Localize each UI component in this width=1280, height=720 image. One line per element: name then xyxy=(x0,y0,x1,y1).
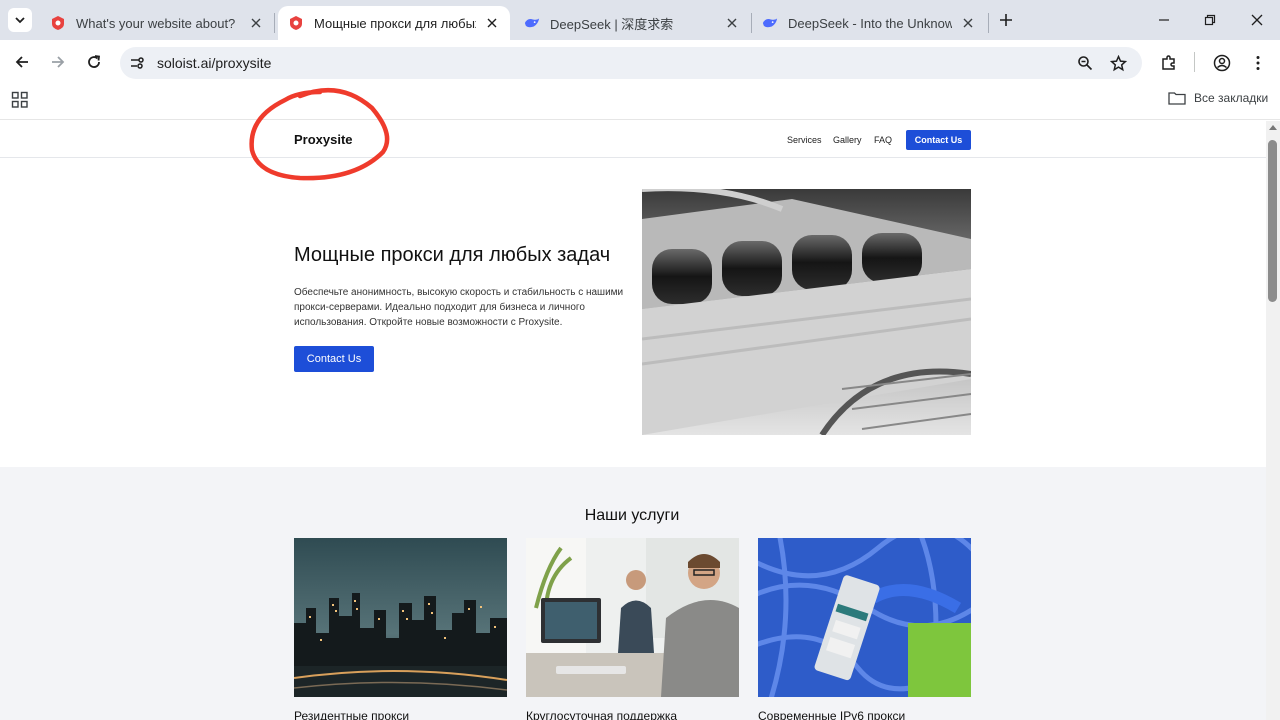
arrow-right-icon xyxy=(52,56,65,68)
bookmark-star-icon[interactable] xyxy=(1108,53,1128,73)
service-image-city xyxy=(294,538,507,697)
deepseek-whale-icon xyxy=(524,15,540,31)
folder-icon xyxy=(1168,92,1186,105)
nav-link-services[interactable]: Services xyxy=(787,135,822,145)
soloist-favicon-icon xyxy=(50,15,66,31)
close-icon xyxy=(1251,14,1263,26)
minimize-button[interactable] xyxy=(1154,10,1174,30)
all-bookmarks-label: Все закладки xyxy=(1194,91,1269,105)
hero-server-image xyxy=(642,189,971,435)
apps-grid-icon[interactable] xyxy=(11,91,29,109)
tab-strip: What's your website about? Мощные прокси… xyxy=(0,0,1280,40)
forward-button[interactable] xyxy=(47,51,69,73)
reload-icon xyxy=(88,55,101,68)
services-title: Наши услуги xyxy=(584,507,680,524)
restore-icon xyxy=(1204,14,1216,26)
close-tab-icon[interactable] xyxy=(960,15,976,31)
browser-menu-button[interactable] xyxy=(1248,53,1268,73)
soloist-favicon-icon xyxy=(288,15,304,31)
all-bookmarks-button[interactable]: Все закладки xyxy=(1168,91,1268,105)
header-contact-button[interactable]: Contact Us xyxy=(906,130,971,150)
hero-description: Обеспечьте анонимность, высокую скорость… xyxy=(294,287,624,328)
close-window-button[interactable] xyxy=(1247,10,1267,30)
extensions-button[interactable] xyxy=(1159,53,1179,73)
nav-link-faq[interactable]: FAQ xyxy=(874,135,892,145)
site-logo[interactable]: Proxysite xyxy=(294,132,353,147)
account-icon xyxy=(1213,54,1231,72)
tab-title: Мощные прокси для любых задач xyxy=(314,15,476,31)
tab-divider xyxy=(988,13,989,33)
toolbar-divider xyxy=(1194,52,1195,72)
tab-search-button[interactable] xyxy=(8,8,32,32)
url-text[interactable]: soloist.ai/proxysite xyxy=(157,55,271,71)
scroll-up-arrow-icon[interactable] xyxy=(1269,125,1277,130)
chevron-down-icon xyxy=(15,17,25,24)
hero-contact-button[interactable]: Contact Us xyxy=(294,346,374,372)
tab-divider xyxy=(274,13,275,33)
service-image-ethernet-cable xyxy=(758,538,971,697)
address-bar[interactable] xyxy=(120,47,1142,79)
scrollbar-thumb[interactable] xyxy=(1268,140,1277,302)
tab-deepseek-unknown[interactable]: DeepSeek - Into the Unknown xyxy=(752,6,986,40)
services-section: Наши услуги Резидентные прокси Круглосут… xyxy=(0,467,1266,720)
tab-title: DeepSeek - Into the Unknown xyxy=(788,15,952,31)
service-image-support-team xyxy=(526,538,739,697)
service-title-ipv6: Современные IPv6 прокси xyxy=(758,709,906,720)
service-title-residential: Резидентные прокси xyxy=(294,709,410,720)
bookmarks-bar xyxy=(0,84,1280,120)
back-button[interactable] xyxy=(11,51,33,73)
plus-icon xyxy=(1000,14,1012,26)
site-info-icon[interactable] xyxy=(128,54,146,72)
reload-button[interactable] xyxy=(83,51,105,73)
service-title-support: Круглосуточная поддержка xyxy=(526,709,678,720)
tab-deepseek-cn[interactable]: DeepSeek | 深度求索 xyxy=(514,6,750,40)
nav-link-gallery[interactable]: Gallery xyxy=(833,135,862,145)
tab-website-about[interactable]: What's your website about? xyxy=(40,6,274,40)
tab-title: DeepSeek | 深度求索 xyxy=(550,16,674,32)
zoom-icon[interactable] xyxy=(1075,53,1095,73)
arrow-left-icon xyxy=(15,56,28,68)
new-tab-button[interactable] xyxy=(996,10,1016,30)
site-header: Proxysite Services Gallery FAQ Contact U… xyxy=(0,121,1266,158)
minimize-icon xyxy=(1159,19,1169,21)
restore-button[interactable] xyxy=(1200,10,1220,30)
close-tab-icon[interactable] xyxy=(724,15,740,31)
tab-proxysite[interactable]: Мощные прокси для любых задач xyxy=(278,6,510,40)
close-tab-icon[interactable] xyxy=(248,15,264,31)
puzzle-icon xyxy=(1162,55,1175,70)
tab-title: What's your website about? xyxy=(76,15,236,31)
page-viewport: Proxysite Services Gallery FAQ Contact U… xyxy=(0,121,1266,720)
deepseek-whale-icon xyxy=(762,15,778,31)
profile-button[interactable] xyxy=(1212,53,1232,73)
more-vert-icon xyxy=(1256,56,1260,70)
close-tab-icon[interactable] xyxy=(484,15,500,31)
hero-title: Мощные прокси для любых задач xyxy=(294,244,611,266)
